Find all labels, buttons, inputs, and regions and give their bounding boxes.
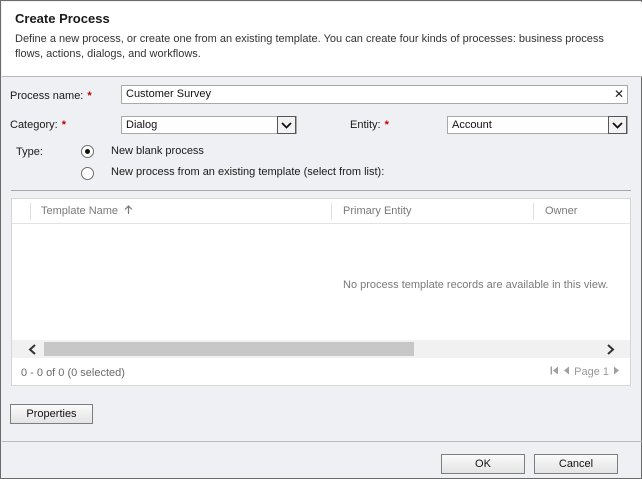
radio-from-template[interactable] <box>81 167 94 180</box>
category-select[interactable]: Dialog <box>121 116 297 134</box>
empty-grid-message: No process template records are availabl… <box>343 279 609 291</box>
entity-label: Entity: * <box>350 119 389 131</box>
category-label-text: Category: <box>10 119 58 131</box>
previous-page-icon[interactable] <box>563 366 570 378</box>
horizontal-scrollbar[interactable] <box>12 340 630 358</box>
entity-label-text: Entity: <box>350 119 381 131</box>
close-icon[interactable]: ✕ <box>614 87 624 102</box>
column-header-primary-entity[interactable]: Primary Entity <box>343 205 411 217</box>
divider <box>11 190 631 191</box>
dialog-title: Create Process <box>15 11 110 26</box>
category-label: Category: * <box>10 119 66 131</box>
radio-new-blank-process[interactable] <box>81 145 94 158</box>
entity-select[interactable]: Account <box>447 116 628 134</box>
chevron-right-icon[interactable] <box>601 341 619 357</box>
chevron-down-icon[interactable] <box>608 116 627 134</box>
dialog-description: Define a new process, or create one from… <box>15 33 604 60</box>
process-name-label: Process name: * <box>10 90 92 102</box>
process-name-label-text: Process name: <box>10 90 84 102</box>
scrollbar-thumb[interactable] <box>44 342 414 356</box>
process-name-input[interactable]: Customer Survey ✕ <box>121 85 628 104</box>
required-indicator: * <box>87 90 92 102</box>
template-grid: Template Name Primary Entity Owner No pr… <box>11 198 631 386</box>
pager: Page 1 <box>550 366 620 378</box>
dialog-header: Create Process Define a new process, or … <box>2 2 642 77</box>
type-label: Type: <box>16 146 43 158</box>
first-page-icon[interactable] <box>550 366 559 378</box>
arrow-up-icon <box>124 205 133 214</box>
required-indicator: * <box>384 119 389 131</box>
properties-button[interactable]: Properties <box>10 404 93 424</box>
entity-value: Account <box>452 119 492 131</box>
page-label: Page 1 <box>574 366 609 378</box>
column-divider <box>533 203 534 220</box>
grid-header: Template Name Primary Entity Owner <box>12 199 630 224</box>
radio-label-new-blank-process: New blank process <box>111 145 204 157</box>
create-process-dialog: Create Process Define a new process, or … <box>0 0 642 479</box>
chevron-left-icon[interactable] <box>23 341 41 357</box>
cancel-button[interactable]: Cancel <box>534 454 618 474</box>
column-divider <box>331 203 332 220</box>
footer-divider <box>2 441 642 442</box>
process-name-value: Customer Survey <box>126 88 211 100</box>
required-indicator: * <box>61 119 66 131</box>
next-page-icon[interactable] <box>613 366 620 378</box>
chevron-down-icon[interactable] <box>277 116 296 134</box>
record-count: 0 - 0 of 0 (0 selected) <box>21 367 125 379</box>
grid-footer: 0 - 0 of 0 (0 selected) Page 1 <box>12 362 630 385</box>
column-divider <box>30 203 31 220</box>
column-header-label: Template Name <box>41 205 119 217</box>
category-value: Dialog <box>126 119 158 131</box>
column-header-owner[interactable]: Owner <box>545 205 577 217</box>
column-header-template-name[interactable]: Template Name <box>41 205 133 217</box>
radio-label-from-template: New process from an existing template (s… <box>111 166 385 178</box>
ok-button[interactable]: OK <box>441 454 525 474</box>
